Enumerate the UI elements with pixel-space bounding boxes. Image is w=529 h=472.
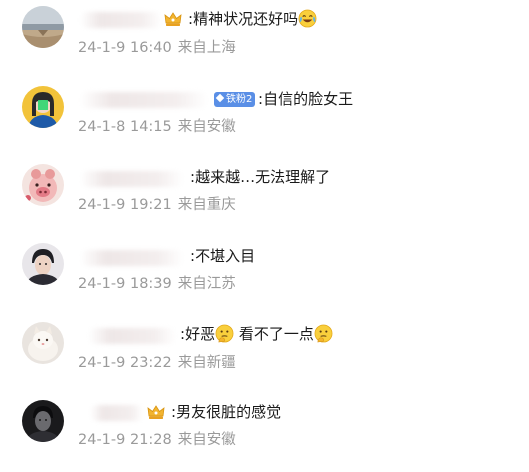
comment-date: 24-1-9 23:22 xyxy=(78,355,172,371)
crown-icon xyxy=(147,404,165,420)
avatar[interactable] xyxy=(22,400,64,442)
fan-badge-label: 铁粉2 xyxy=(226,94,253,105)
comment-location: 来自安徽 xyxy=(177,432,236,448)
comment-meta: 24-1-9 21:28 来自安徽 xyxy=(78,431,236,449)
avatar[interactable] xyxy=(22,6,64,48)
avatar-image xyxy=(22,164,64,206)
comment-text-body: 男友很脏的感觉 xyxy=(176,403,282,421)
thinking-emoji-icon xyxy=(215,324,234,343)
avatar[interactable] xyxy=(22,86,64,128)
username-redacted[interactable] xyxy=(80,12,162,28)
comment-text-body: 越来越…无法理解了 xyxy=(195,168,331,186)
comment-item[interactable]: :好恶 看不了一点 24-1-9 23:22 来自新疆 xyxy=(0,316,529,394)
comment-item[interactable]: :精神状况还好吗 24-1-9 16:40 来自上海 xyxy=(0,0,529,78)
comment-text: :越来越…无法理解了 xyxy=(190,168,331,186)
comment-text: :好恶 看不了一点 xyxy=(180,324,333,344)
comment-text-body: 自信的脸女王 xyxy=(263,90,354,108)
avatar[interactable] xyxy=(22,243,64,285)
comment-text: :男友很脏的感觉 xyxy=(171,403,282,421)
username-redacted[interactable] xyxy=(90,405,144,421)
username-redacted[interactable] xyxy=(80,250,184,266)
comment-date: 24-1-9 19:21 xyxy=(78,197,172,213)
avatar-image xyxy=(22,243,64,285)
comment-text-part1: 好恶 xyxy=(185,325,216,343)
laughing-crying-emoji-icon xyxy=(298,9,317,28)
avatar-image xyxy=(22,86,64,128)
comment-date: 24-1-9 18:39 xyxy=(78,276,172,292)
comment-location: 来自江苏 xyxy=(177,276,236,292)
comment-location: 来自安徽 xyxy=(177,119,236,135)
comment-date: 24-1-9 16:40 xyxy=(78,40,172,56)
comment-meta: 24-1-9 16:40 来自上海 xyxy=(78,39,236,57)
username-redacted[interactable] xyxy=(80,92,208,108)
comment-item[interactable]: :不堪入目 24-1-9 18:39 来自江苏 xyxy=(0,237,529,315)
comment-text-body: 精神状况还好吗 xyxy=(193,10,299,28)
username-redacted[interactable] xyxy=(80,171,184,187)
comment-location: 来自重庆 xyxy=(177,197,236,213)
avatar[interactable] xyxy=(22,322,64,364)
comment-meta: 24-1-9 18:39 来自江苏 xyxy=(78,275,236,293)
comment-meta: 24-1-9 23:22 来自新疆 xyxy=(78,354,236,372)
comment-text: :自信的脸女王 xyxy=(258,90,354,108)
avatar[interactable] xyxy=(22,164,64,206)
avatar-image xyxy=(22,322,64,364)
comment-item[interactable]: :男友很脏的感觉 24-1-9 21:28 来自安徽 xyxy=(0,394,529,472)
crown-icon xyxy=(164,11,182,27)
comment-text-body: 不堪入目 xyxy=(195,247,256,265)
avatar-image xyxy=(22,6,64,48)
avatar-image xyxy=(22,400,64,442)
comment-text-part2: 看不了一点 xyxy=(238,325,314,343)
username-redacted[interactable] xyxy=(88,328,176,344)
comment-meta: 24-1-8 14:15 来自安徽 xyxy=(78,118,236,136)
comment-item[interactable]: 铁粉2 :自信的脸女王 24-1-8 14:15 来自安徽 xyxy=(0,80,529,158)
comment-date: 24-1-8 14:15 xyxy=(78,119,172,135)
fan-level-badge: 铁粉2 xyxy=(214,92,256,107)
comment-location: 来自新疆 xyxy=(177,355,236,371)
comment-date: 24-1-9 21:28 xyxy=(78,432,172,448)
comment-meta: 24-1-9 19:21 来自重庆 xyxy=(78,196,236,214)
diamond-icon xyxy=(215,93,225,103)
comment-text: :精神状况还好吗 xyxy=(188,9,317,29)
thinking-emoji-icon xyxy=(314,324,333,343)
comment-location: 来自上海 xyxy=(177,40,236,56)
comment-text: :不堪入目 xyxy=(190,247,256,265)
comment-item[interactable]: :越来越…无法理解了 24-1-9 19:21 来自重庆 xyxy=(0,158,529,236)
